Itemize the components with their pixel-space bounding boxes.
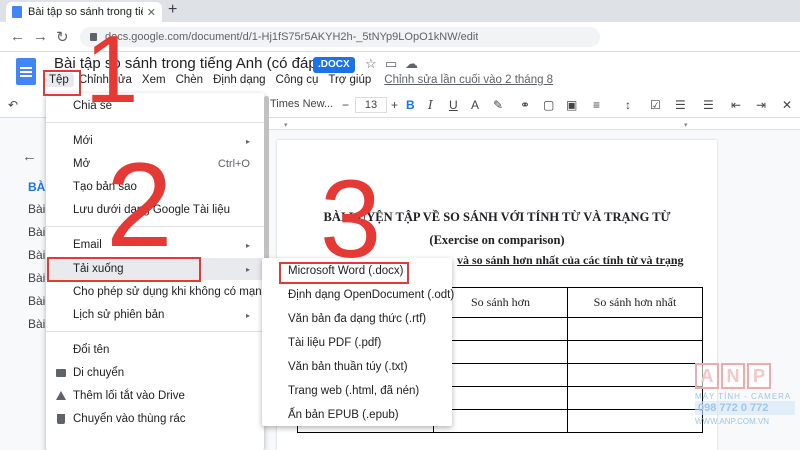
numbered-list-icon[interactable]: ☰ — [703, 98, 714, 112]
cloud-status-icon[interactable]: ☁ — [405, 56, 418, 72]
outline-item[interactable]: Bài — [28, 202, 45, 216]
outline-item[interactable]: Bài — [28, 248, 45, 262]
indent-icon[interactable]: ⇤ — [731, 98, 741, 112]
menu-item-label: Di chuyển — [73, 367, 125, 379]
bullet-list-icon[interactable]: ☰ — [675, 98, 686, 112]
download-pdf[interactable]: Tài liệu PDF (.pdf) — [262, 332, 452, 354]
docx-badge: .DOCX — [313, 57, 355, 73]
menu-insert[interactable]: Chèn — [171, 73, 209, 87]
url-input[interactable]: docs.google.com/document/d/1-Hj1fS75r5AK… — [80, 27, 600, 47]
download-odt[interactable]: Định dạng OpenDocument (.odt) — [262, 284, 454, 306]
font-family-select[interactable]: Times New... — [270, 98, 333, 110]
line-spacing-icon[interactable]: ↕ — [625, 98, 631, 112]
ruler[interactable]: ▾ ▾ — [268, 118, 800, 130]
trash-icon — [57, 414, 65, 424]
submenu-arrow-icon: ▸ — [245, 310, 250, 320]
menu-item-label: Cho phép sử dụng khi không có mạng — [73, 286, 269, 298]
doc-instruction: và so sánh hơn nhất của các tính từ và t… — [457, 253, 684, 267]
anp-watermark: A N P MÁY TÍNH - CAMERA 098 772 0 772 WW… — [695, 363, 795, 443]
document-outline: ← BÀI Bài Bài Bài Bài Bài Bài — [0, 130, 50, 450]
menu-add-shortcut[interactable]: Thêm lối tắt vào Drive — [46, 385, 264, 407]
font-size-input[interactable]: 13 — [355, 97, 387, 113]
checklist-icon[interactable]: ☑ — [650, 98, 661, 112]
submenu-arrow-icon: ▸ — [245, 264, 250, 274]
increase-size-icon[interactable]: + — [391, 98, 398, 112]
menu-rename[interactable]: Đổi tên — [46, 339, 264, 361]
menu-tools[interactable]: Công cụ — [271, 73, 324, 87]
menu-item-label: Đổi tên — [73, 344, 110, 356]
menu-item-label: Mới — [73, 135, 93, 147]
watermark-tagline: MÁY TÍNH - CAMERA — [695, 392, 792, 401]
highlight-icon[interactable]: ✎ — [493, 98, 503, 112]
download-txt[interactable]: Văn bản thuần túy (.txt) — [262, 356, 452, 378]
menu-divider — [46, 122, 264, 123]
download-epub[interactable]: Ấn bản EPUB (.epub) — [262, 404, 452, 426]
annotation-box-file-menu — [43, 70, 81, 96]
new-tab-button[interactable]: + — [168, 1, 177, 19]
watermark-site: WWW.ANP.COM.VN — [695, 417, 770, 426]
decrease-size-icon[interactable]: − — [342, 98, 349, 112]
menu-item-label: Thêm lối tắt vào Drive — [73, 390, 185, 402]
docs-favicon-icon — [12, 6, 22, 18]
url-text: docs.google.com/document/d/1-Hj1fS75r5AK… — [105, 31, 479, 43]
close-tab-icon[interactable]: ✕ — [147, 6, 156, 19]
folder-icon — [56, 369, 66, 377]
back-arrow-icon[interactable]: ← — [10, 28, 25, 45]
move-folder-icon[interactable]: ▭ — [385, 56, 397, 72]
bold-button[interactable]: B — [406, 98, 415, 112]
last-edit-link[interactable]: Chỉnh sửa lần cuối vào 2 tháng 8 — [380, 73, 557, 87]
menu-offline[interactable]: Cho phép sử dụng khi không có mạng — [46, 281, 268, 303]
watermark-logo: A N P — [695, 363, 795, 389]
outline-item[interactable]: Bài — [28, 271, 45, 285]
watermark-letter: A — [695, 363, 719, 389]
table-header: So sánh hơn nhất — [567, 287, 703, 318]
align-icon[interactable]: ≡ — [593, 98, 600, 112]
outline-item[interactable]: Bài — [28, 317, 45, 331]
underline-button[interactable]: U — [449, 98, 458, 112]
link-icon[interactable]: ⚭ — [520, 98, 530, 112]
submenu-arrow-icon: ▸ — [245, 240, 250, 250]
menu-move[interactable]: Di chuyển — [46, 362, 264, 384]
menu-version-history[interactable]: Lịch sử phiên bản ▸ — [46, 304, 264, 326]
clear-format-icon[interactable]: ✕ — [782, 98, 792, 112]
step-number-3: 3 — [320, 158, 382, 281]
menu-help[interactable]: Trợ giúp — [323, 73, 376, 87]
menu-format[interactable]: Định dạng — [208, 73, 270, 87]
browser-tab[interactable]: Bài tập so sánh trong tiếng Anh (c ✕ — [6, 2, 162, 22]
step-number-2: 2 — [106, 138, 173, 272]
menu-trash[interactable]: Chuyển vào thùng rác — [46, 408, 264, 430]
ruler-marker-icon: ▾ — [684, 122, 688, 129]
watermark-phone: 098 772 0 772 — [695, 401, 795, 415]
submenu-arrow-icon: ▸ — [245, 136, 250, 146]
watermark-letter: N — [721, 363, 745, 389]
menu-view[interactable]: Xem — [137, 73, 171, 87]
menu-item-label: Mở — [73, 158, 91, 170]
text-color-icon[interactable]: A — [471, 98, 479, 112]
menu-share[interactable]: Chia sẻ — [46, 95, 264, 117]
menu-shortcut: Ctrl+O — [217, 158, 250, 170]
italic-button[interactable]: I — [428, 98, 433, 112]
step-number-1: 1 — [85, 16, 139, 123]
star-icon[interactable]: ☆ — [365, 56, 377, 72]
reload-icon[interactable]: ↻ — [56, 28, 69, 46]
docs-logo-icon[interactable] — [16, 58, 36, 85]
menu-divider — [46, 331, 264, 332]
download-html[interactable]: Trang web (.html, đã nén) — [262, 380, 452, 402]
outdent-icon[interactable]: ⇥ — [756, 98, 766, 112]
image-icon[interactable]: ▣ — [566, 98, 577, 112]
download-rtf[interactable]: Văn bản đa dạng thức (.rtf) — [262, 308, 452, 330]
watermark-letter: P — [747, 363, 771, 389]
drive-icon — [56, 391, 66, 400]
menu-item-label: Chuyển vào thùng rác — [73, 413, 186, 425]
comment-icon[interactable]: ▢ — [543, 98, 554, 112]
outline-item[interactable]: Bài — [28, 225, 45, 239]
outline-item[interactable]: Bài — [28, 294, 45, 308]
undo-icon[interactable]: ↶ — [8, 98, 18, 112]
outline-back-arrow-icon[interactable]: ← — [22, 148, 37, 165]
menu-item-label: Email — [73, 239, 102, 251]
menu-item-label: Lịch sử phiên bản — [73, 309, 165, 321]
forward-arrow-icon[interactable]: → — [33, 28, 48, 45]
ruler-marker-icon: ▾ — [284, 122, 288, 129]
